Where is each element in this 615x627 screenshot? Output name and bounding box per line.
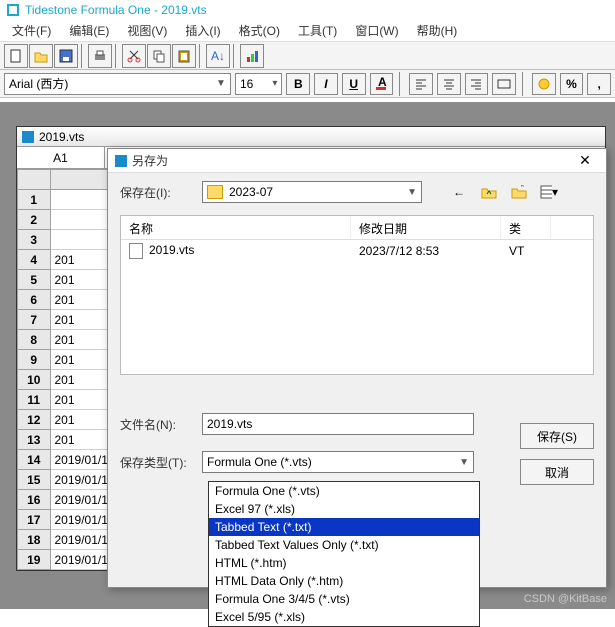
- align-center-button[interactable]: [437, 73, 461, 95]
- menu-format[interactable]: 格式(O): [231, 20, 288, 41]
- comma-button[interactable]: ,: [587, 73, 611, 95]
- filetype-option[interactable]: Formula One (*.vts): [209, 482, 479, 500]
- save-button[interactable]: [54, 44, 78, 68]
- file-type: VT: [501, 242, 551, 260]
- chevron-down-icon: ▼: [407, 187, 417, 198]
- col-date[interactable]: 修改日期: [351, 216, 501, 239]
- folder-icon: [207, 185, 223, 199]
- menu-window[interactable]: 窗口(W): [347, 20, 406, 41]
- app-icon: [6, 3, 20, 17]
- underline-button[interactable]: U: [342, 73, 366, 95]
- app-titlebar: Tidestone Formula One - 2019.vts: [0, 0, 615, 20]
- sheet-icon: [21, 130, 35, 144]
- sheet-titlebar: 2019.vts: [17, 127, 605, 147]
- chevron-down-icon: ▼: [459, 457, 469, 468]
- view-icon[interactable]: ▾: [540, 183, 558, 201]
- filetype-option[interactable]: Tabbed Text (*.txt): [209, 518, 479, 536]
- filetype-option[interactable]: Excel 5/95 (*.xls): [209, 608, 479, 626]
- col-name[interactable]: 名称: [121, 216, 351, 239]
- filetype-option[interactable]: HTML (*.htm): [209, 554, 479, 572]
- chevron-down-icon: ▾: [272, 78, 277, 89]
- cell-reference[interactable]: A1: [17, 147, 105, 168]
- col-type[interactable]: 类: [501, 216, 551, 239]
- file-row[interactable]: 2019.vts 2023/7/12 8:53 VT: [121, 240, 593, 262]
- filetype-value: Formula One (*.vts): [207, 455, 312, 469]
- italic-button[interactable]: I: [314, 73, 338, 95]
- file-date: 2023/7/12 8:53: [351, 242, 501, 260]
- align-right-button[interactable]: [465, 73, 489, 95]
- cut-button[interactable]: [122, 44, 146, 68]
- filetype-option[interactable]: Tabbed Text Values Only (*.txt): [209, 536, 479, 554]
- dialog-icon: [114, 154, 128, 168]
- filetype-dropdown[interactable]: Formula One (*.vts)Excel 97 (*.xls)Tabbe…: [208, 481, 480, 627]
- filetype-select[interactable]: Formula One (*.vts) ▼: [202, 451, 474, 473]
- filename-input[interactable]: 2019.vts: [202, 413, 474, 435]
- copy-button[interactable]: [147, 44, 171, 68]
- document-icon: [129, 243, 143, 259]
- filetype-label: 保存类型(T):: [120, 454, 192, 471]
- formatbar: Arial (西方) ▼ 16 ▾ B I U A % ,: [0, 70, 615, 98]
- file-name: 2019.vts: [149, 243, 194, 257]
- align-left-button[interactable]: [409, 73, 433, 95]
- file-list-header: 名称 修改日期 类: [121, 216, 593, 240]
- cancel-button[interactable]: 取消: [520, 459, 594, 485]
- chart-button[interactable]: [240, 44, 264, 68]
- menu-edit[interactable]: 编辑(E): [61, 20, 117, 41]
- folder-select[interactable]: 2023-07 ▼: [202, 181, 422, 203]
- sheet-title: 2019.vts: [39, 130, 84, 144]
- up-folder-icon[interactable]: [480, 183, 498, 201]
- font-select[interactable]: Arial (西方) ▼: [4, 73, 231, 95]
- merge-button[interactable]: [492, 73, 516, 95]
- font-name: Arial (西方): [9, 75, 68, 92]
- new-folder-icon[interactable]: *: [510, 183, 528, 201]
- font-size: 16: [240, 77, 253, 91]
- menu-insert[interactable]: 插入(I): [177, 20, 228, 41]
- sort-button[interactable]: A↓: [206, 44, 230, 68]
- percent-button[interactable]: %: [560, 73, 584, 95]
- bold-button[interactable]: B: [286, 73, 310, 95]
- color-button[interactable]: A: [370, 73, 394, 95]
- menubar: 文件(F) 编辑(E) 视图(V) 插入(I) 格式(O) 工具(T) 窗口(W…: [0, 20, 615, 42]
- svg-text:A: A: [378, 77, 387, 89]
- filetype-option[interactable]: Excel 97 (*.xls): [209, 500, 479, 518]
- print-button[interactable]: [88, 44, 112, 68]
- menu-file[interactable]: 文件(F): [4, 20, 59, 41]
- dialog-title: 另存为: [132, 152, 570, 169]
- paste-button[interactable]: [172, 44, 196, 68]
- dialog-titlebar: 另存为 ✕: [108, 149, 606, 173]
- toolbar: A↓: [0, 42, 615, 70]
- currency-button[interactable]: [532, 73, 556, 95]
- size-select[interactable]: 16 ▾: [235, 73, 282, 95]
- app-title: Tidestone Formula One - 2019.vts: [25, 3, 207, 17]
- back-icon[interactable]: ←: [450, 183, 468, 201]
- svg-text:*: *: [520, 185, 525, 194]
- menu-tools[interactable]: 工具(T): [290, 20, 345, 41]
- filetype-option[interactable]: Formula One 3/4/5 (*.vts): [209, 590, 479, 608]
- save-button[interactable]: 保存(S): [520, 423, 594, 449]
- filetype-option[interactable]: HTML Data Only (*.htm): [209, 572, 479, 590]
- menu-help[interactable]: 帮助(H): [409, 20, 466, 41]
- new-button[interactable]: [4, 44, 28, 68]
- folder-name: 2023-07: [229, 185, 407, 199]
- filename-label: 文件名(N):: [120, 416, 192, 433]
- save-as-dialog: 另存为 ✕ 保存在(I): 2023-07 ▼ ← * ▾ 名称 修改日期 类 …: [107, 148, 607, 588]
- close-button[interactable]: ✕: [570, 151, 600, 171]
- chevron-down-icon: ▼: [216, 78, 226, 89]
- watermark: CSDN @KitBase: [524, 593, 607, 605]
- save-in-label: 保存在(I):: [120, 184, 192, 201]
- open-button[interactable]: [29, 44, 53, 68]
- menu-view[interactable]: 视图(V): [119, 20, 175, 41]
- file-list[interactable]: 名称 修改日期 类 2019.vts 2023/7/12 8:53 VT: [120, 215, 594, 375]
